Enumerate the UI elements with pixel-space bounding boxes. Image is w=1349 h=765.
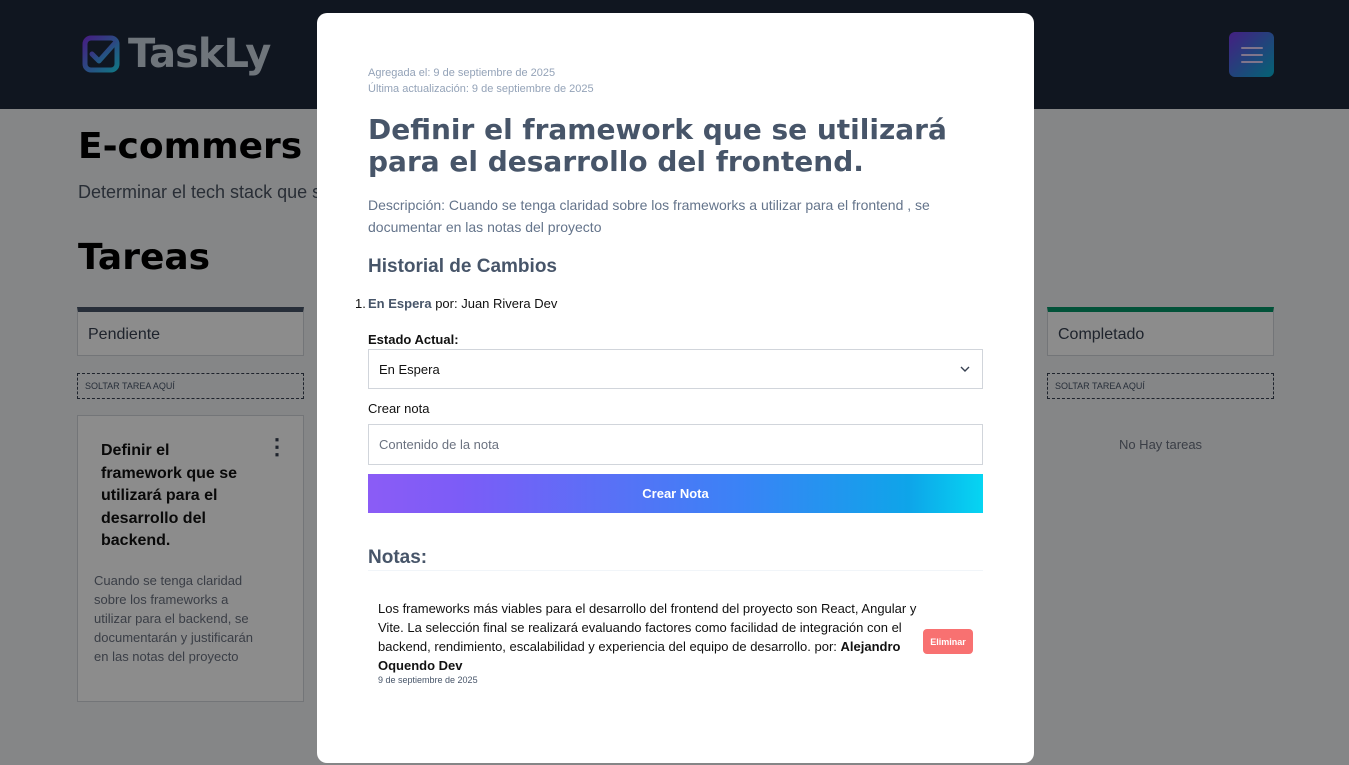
history-item: 1. En Espera por: Juan Rivera Dev — [355, 296, 558, 311]
history-list: 1. En Espera por: Juan Rivera Dev — [355, 296, 558, 311]
note-text: Los frameworks más viables para el desar… — [378, 601, 917, 654]
note-content-input[interactable] — [368, 424, 983, 465]
notes-divider — [368, 570, 983, 571]
notes-heading: Notas: — [368, 547, 428, 568]
task-meta: Agregada el: 9 de septiembre de 2025 Últ… — [368, 65, 594, 97]
task-details-modal: Agregada el: 9 de septiembre de 2025 Últ… — [317, 13, 1034, 763]
task-title: Definir el framework que se utilizará pa… — [368, 113, 947, 178]
create-note-button[interactable]: Crear Nota — [368, 474, 983, 513]
note-content: Los frameworks más viables para el desar… — [378, 599, 918, 675]
history-heading: Historial de Cambios — [368, 256, 557, 277]
updated-date: Última actualización: 9 de septiembre de… — [368, 83, 594, 95]
create-note-label: Crear nota — [368, 401, 430, 416]
history-status: En Espera — [368, 296, 432, 311]
note-date: 9 de septiembre de 2025 — [378, 675, 478, 685]
state-select-value: En Espera — [379, 362, 440, 377]
history-author: por: Juan Rivera Dev — [431, 296, 558, 311]
history-item-number: 1. — [355, 296, 366, 311]
state-select[interactable]: En Espera — [368, 349, 983, 389]
delete-note-button[interactable]: Eliminar — [923, 629, 973, 654]
task-description: Descripción: Cuando se tenga claridad so… — [368, 197, 930, 235]
chevron-down-icon — [960, 366, 970, 372]
state-label: Estado Actual: — [368, 332, 459, 347]
added-date: Agregada el: 9 de septiembre de 2025 — [368, 67, 556, 79]
